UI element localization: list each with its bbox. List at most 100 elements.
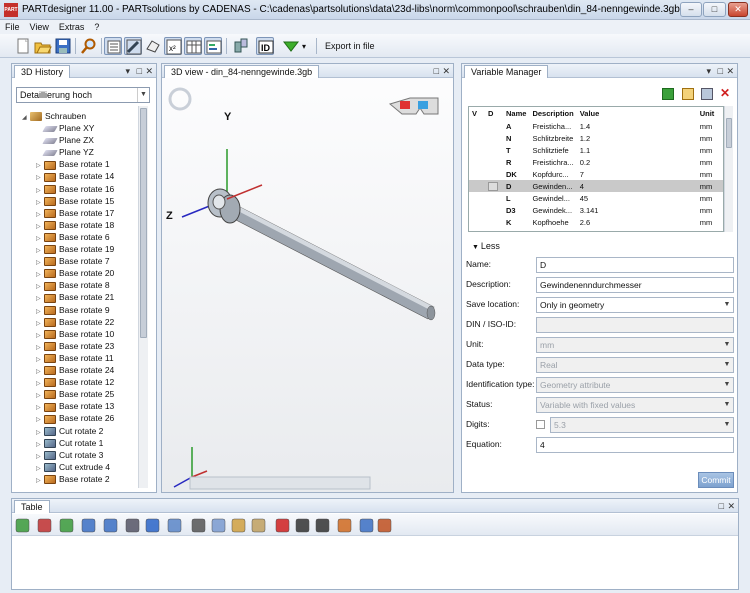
maximize-panel-icon[interactable]: □ bbox=[434, 65, 439, 77]
tree-item[interactable]: ▷ Base rotate 24 bbox=[36, 364, 114, 376]
maximize-panel-icon[interactable]: □ bbox=[719, 500, 724, 512]
search-icon[interactable] bbox=[80, 37, 98, 55]
tree-item[interactable]: ▷ Base rotate 2 bbox=[36, 473, 110, 485]
tree-item[interactable]: ▷ Base rotate 11 bbox=[36, 352, 114, 364]
tree-item[interactable]: ▷ Base rotate 9 bbox=[36, 304, 110, 316]
tree-item[interactable]: ▷ Base rotate 25 bbox=[36, 388, 114, 400]
chevron-down-icon[interactable]: ▼ bbox=[721, 298, 733, 312]
chevron-down-icon[interactable]: ▼ bbox=[721, 358, 733, 372]
close-panel-icon[interactable]: ✕ bbox=[442, 65, 450, 77]
less-toggle[interactable]: ▼ Less bbox=[472, 241, 500, 251]
col-name[interactable]: Name bbox=[503, 107, 530, 120]
insert-column-icon[interactable] bbox=[58, 517, 75, 534]
close-panel-icon[interactable]: ✕ bbox=[145, 65, 153, 77]
detail-level-combo[interactable]: Detaillierung hoch ▼ bbox=[16, 87, 150, 103]
tree-item[interactable]: ▷ Base rotate 6 bbox=[36, 231, 110, 243]
tree-item[interactable]: ▷ Base rotate 12 bbox=[36, 376, 114, 388]
3d-view-icon[interactable] bbox=[124, 37, 142, 55]
tree-item[interactable]: ▷ Base rotate 7 bbox=[36, 255, 110, 267]
chevron-down-icon[interactable]: ▼ bbox=[721, 338, 733, 352]
tab-table[interactable]: Table bbox=[14, 500, 50, 513]
tree-item[interactable]: ▷ Base rotate 21 bbox=[36, 291, 114, 303]
col-d[interactable]: D bbox=[485, 107, 503, 120]
sketch-icon[interactable] bbox=[144, 37, 162, 55]
menu-extras[interactable]: Extras bbox=[54, 20, 90, 34]
menu-help[interactable]: ? bbox=[89, 20, 104, 34]
tree-item[interactable]: ▷ Base rotate 14 bbox=[36, 170, 114, 182]
3d-canvas[interactable] bbox=[162, 79, 453, 493]
edit-variable-icon[interactable] bbox=[682, 88, 694, 100]
tree-item[interactable]: ▷ Base rotate 18 bbox=[36, 219, 114, 231]
delete-row-icon[interactable] bbox=[36, 517, 53, 534]
equation-field[interactable]: 4 bbox=[536, 437, 734, 453]
tab-variable-manager[interactable]: Variable Manager bbox=[464, 65, 549, 78]
history-view-icon[interactable] bbox=[104, 37, 122, 55]
tree-item[interactable]: ▷ Base rotate 8 bbox=[36, 279, 110, 291]
collapse-arrow-icon[interactable]: ◢ bbox=[22, 112, 30, 124]
name-field[interactable]: D bbox=[536, 257, 734, 273]
variable-row[interactable]: R Freistichra... 0.2 mm bbox=[469, 156, 723, 168]
variable-table-scrollbar[interactable] bbox=[724, 106, 733, 232]
history-scrollbar[interactable] bbox=[138, 106, 148, 488]
variable-row[interactable]: N Schlitzbreite 1.2 mm bbox=[469, 132, 723, 144]
expand-arrow-icon[interactable]: ▷ bbox=[36, 475, 44, 487]
tab-3d-view[interactable]: 3D view - din_84-nenngewinde.3gb bbox=[164, 65, 320, 78]
tree-item[interactable]: ▷ Base rotate 15 bbox=[36, 195, 114, 207]
new-icon[interactable] bbox=[14, 37, 32, 55]
chevron-down-icon[interactable]: ▼ bbox=[721, 418, 733, 432]
tree-item[interactable]: ▷ Cut rotate 3 bbox=[36, 449, 103, 461]
tree-item[interactable]: ▷ Base rotate 22 bbox=[36, 316, 114, 328]
variable-row[interactable]: A Freistichа... 1.4 mm bbox=[469, 120, 723, 132]
col-description[interactable]: Description bbox=[529, 107, 577, 120]
variable-manager-icon[interactable] bbox=[204, 37, 222, 55]
network-icon[interactable] bbox=[376, 517, 393, 534]
unit-select[interactable]: mm ▼ bbox=[536, 337, 734, 353]
menu-view[interactable]: View bbox=[25, 20, 54, 34]
tree-item[interactable]: ▷ Base rotate 13 bbox=[36, 400, 114, 412]
close-panel-icon[interactable]: ✕ bbox=[726, 65, 734, 77]
tree-item[interactable]: ▷ Cut extrude 4 bbox=[36, 461, 110, 473]
cut-icon[interactable] bbox=[190, 517, 207, 534]
close-panel-icon[interactable]: ✕ bbox=[727, 500, 735, 512]
filter-icon[interactable] bbox=[166, 517, 183, 534]
description-field[interactable]: Gewindenenndurchmesser bbox=[536, 277, 734, 293]
id-icon[interactable]: ID bbox=[256, 37, 274, 55]
tree-item[interactable]: Plane YZ bbox=[42, 146, 94, 158]
variable-row[interactable]: T Schlitztiefe 1.1 mm bbox=[469, 144, 723, 156]
chevron-down-icon[interactable]: ▼ bbox=[721, 398, 733, 412]
tree-item[interactable]: ▷ Cut rotate 2 bbox=[36, 425, 103, 437]
maximize-button[interactable]: □ bbox=[703, 2, 726, 17]
identification-type-select[interactable]: Geometry attribute ▼ bbox=[536, 377, 734, 393]
col-unit[interactable]: Unit bbox=[696, 107, 723, 120]
scroll-thumb[interactable] bbox=[140, 108, 147, 338]
tree-item[interactable]: ▷ Cut rotate 1 bbox=[36, 437, 103, 449]
variable-row[interactable]: D Gewinden... 4 mm bbox=[469, 180, 723, 192]
digits-select[interactable]: 5.3 ▼ bbox=[550, 417, 734, 433]
variable-row[interactable]: DK Kopfdurc... 7 mm bbox=[469, 168, 723, 180]
variable-row[interactable]: D3 Gewindek... 3.141 mm bbox=[469, 204, 723, 216]
move-down-icon[interactable] bbox=[102, 517, 119, 534]
dropdown-arrow-icon[interactable]: ▾ bbox=[302, 42, 306, 51]
tree-root[interactable]: ◢ Schrauben bbox=[22, 110, 86, 122]
pin-icon[interactable]: ▾ bbox=[706, 65, 711, 77]
paste-special-icon[interactable] bbox=[250, 517, 267, 534]
arrow-right-icon[interactable] bbox=[144, 517, 161, 534]
variable-row[interactable]: K Kopfhoehe 2.6 mm bbox=[469, 216, 723, 228]
pin-icon[interactable]: ▾ bbox=[125, 65, 130, 77]
chevron-down-icon[interactable]: ▼ bbox=[721, 378, 733, 392]
din-iso-field[interactable] bbox=[536, 317, 734, 333]
col-v[interactable]: V bbox=[469, 107, 485, 120]
delete-variable-icon[interactable]: ✕ bbox=[720, 86, 730, 100]
assembly-icon[interactable] bbox=[232, 37, 250, 55]
tree-item[interactable]: Plane ZX bbox=[42, 134, 94, 146]
copy-icon[interactable] bbox=[210, 517, 227, 534]
tab-3d-history[interactable]: 3D History bbox=[14, 65, 71, 78]
scroll-thumb[interactable] bbox=[726, 118, 732, 148]
tree-item[interactable]: ▷ Base rotate 20 bbox=[36, 267, 114, 279]
save-location-select[interactable]: Only in geometry ▼ bbox=[536, 297, 734, 313]
close-button[interactable]: ✕ bbox=[728, 2, 748, 17]
tree-item[interactable]: ▷ Base rotate 19 bbox=[36, 243, 114, 255]
open-icon[interactable] bbox=[34, 37, 52, 55]
maximize-panel-icon[interactable]: □ bbox=[718, 65, 723, 77]
triangle-down-icon[interactable] bbox=[282, 37, 300, 55]
